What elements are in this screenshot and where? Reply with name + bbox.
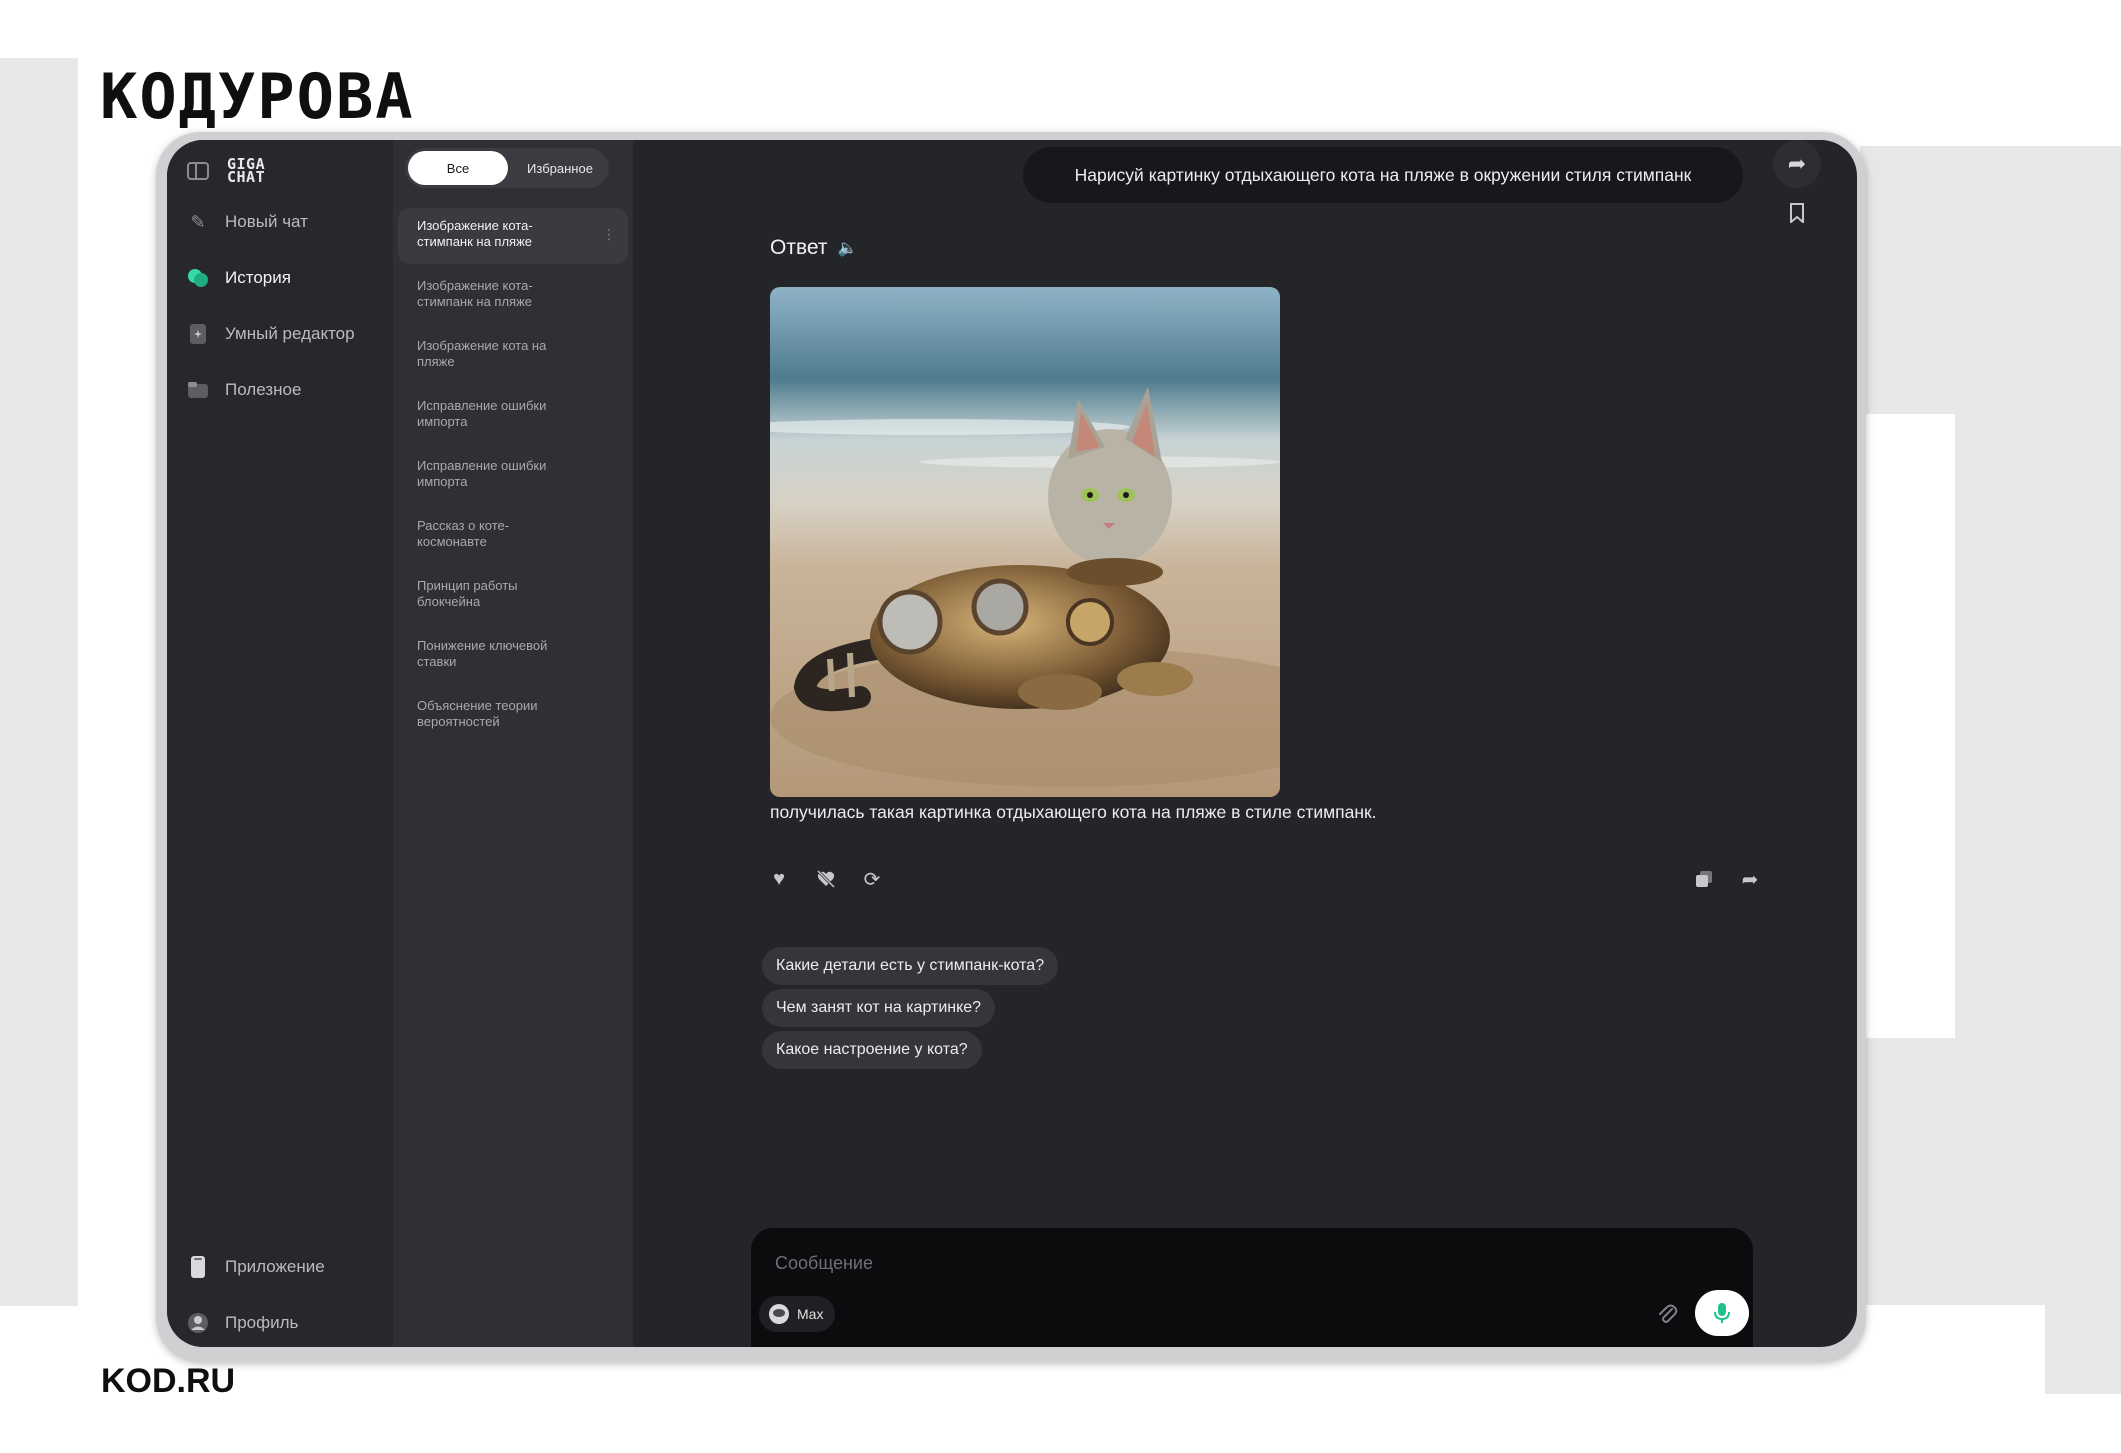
answer-heading: Ответ 🔈 — [770, 236, 857, 260]
paperclip-icon[interactable] — [1651, 1298, 1683, 1330]
sidebar-item-new-chat[interactable]: ✎ Новый чат — [187, 211, 308, 233]
answer-title: Ответ — [770, 236, 828, 259]
model-selector[interactable]: Max — [759, 1296, 836, 1332]
sidebar-header: GIGA CHAT — [187, 155, 266, 186]
app-logo: GIGA CHAT — [227, 155, 266, 186]
suggestion-chip[interactable]: Какое настроение у кота? — [762, 1031, 982, 1069]
share-icon[interactable]: ➦ — [1773, 140, 1821, 188]
generated-image[interactable] — [770, 287, 1280, 797]
message-input[interactable] — [773, 1242, 1677, 1284]
user-message: Нарисуй картинку отдыхающего кота на пля… — [1023, 147, 1743, 203]
sidebar-item-label: Новый чат — [225, 212, 308, 231]
model-label: Max — [797, 1306, 824, 1322]
sidebar-item-label: Приложение — [225, 1257, 325, 1276]
copy-icon[interactable] — [1689, 864, 1719, 894]
share-answer-icon[interactable]: ➦ — [1735, 864, 1765, 894]
chat-main: Нарисуй картинку отдыхающего кота на пля… — [633, 140, 1857, 1347]
history-item[interactable]: Рассказ о коте-космонавте — [398, 508, 628, 550]
sidebar-item-profile[interactable]: Профиль — [187, 1312, 298, 1334]
sidebar-item-label: Полезное — [225, 380, 302, 399]
sidebar-item-label: История — [225, 268, 291, 287]
dislike-icon[interactable] — [811, 864, 841, 894]
tab-favorites[interactable]: Избранное — [511, 151, 609, 185]
speaker-icon[interactable]: 🔈 — [837, 238, 857, 258]
answer-text: получилась такая картинка отдыхающего ко… — [770, 802, 1377, 822]
history-item[interactable]: Исправление ошибки импорта — [398, 448, 628, 490]
footer-site-label: KOD.RU — [101, 1362, 236, 1400]
like-icon[interactable]: ♥ — [764, 864, 794, 894]
phone-icon — [187, 1256, 209, 1278]
toggle-sidebar-icon[interactable] — [187, 162, 209, 180]
history-item[interactable]: Принцип работы блокчейна — [398, 568, 628, 610]
microphone-icon[interactable] — [1695, 1290, 1749, 1336]
sidebar-item-label: Умный редактор — [225, 324, 355, 343]
history-item[interactable]: Исправление ошибки импорта — [398, 388, 628, 430]
suggestion-chip[interactable]: Чем занят кот на картинке? — [762, 989, 996, 1027]
history-panel: Все Избранное Изображение кота-стимпанк … — [393, 140, 633, 1347]
history-filter-tabs: Все Избранное — [405, 148, 609, 188]
bookmark-icon[interactable] — [1783, 198, 1811, 228]
model-icon — [769, 1304, 789, 1324]
brand-logo: КОДУРОВА — [100, 60, 415, 133]
background-card-right — [1860, 414, 1955, 1038]
more-options-icon[interactable]: ⋮ — [602, 226, 616, 242]
message-composer: Max — [751, 1228, 1753, 1347]
sidebar-item-app[interactable]: Приложение — [187, 1256, 325, 1278]
folder-icon — [187, 379, 209, 401]
regenerate-icon[interactable]: ⟳ — [857, 864, 887, 894]
pencil-icon: ✎ — [190, 211, 206, 232]
user-icon — [187, 1312, 209, 1334]
sidebar-item-useful[interactable]: Полезное — [187, 379, 301, 401]
background-panel-left — [0, 58, 78, 1306]
document-sparkle-icon — [187, 323, 209, 345]
tab-all[interactable]: Все — [408, 151, 508, 185]
app-window: GIGA CHAT ✎ Новый чат История Умный реда… — [167, 140, 1857, 1347]
suggestion-chip[interactable]: Какие детали есть у стимпанк-кота? — [762, 947, 1059, 985]
sidebar-item-history[interactable]: История — [187, 267, 291, 289]
sidebar-item-label: Профиль — [225, 1313, 299, 1332]
history-item[interactable]: Изображение кота-стимпанк на пляже ⋮ — [398, 208, 628, 264]
chat-bubbles-icon — [187, 267, 209, 289]
history-item[interactable]: Изображение кота на пляже — [398, 328, 628, 370]
history-item[interactable]: Изображение кота-стимпанк на пляже — [398, 268, 628, 310]
sidebar: GIGA CHAT ✎ Новый чат История Умный реда… — [167, 140, 393, 1347]
history-item[interactable]: Понижение ключевой ставки — [398, 628, 628, 670]
history-item[interactable]: Объяснение теории вероятностей — [398, 688, 628, 730]
sidebar-item-smart-editor[interactable]: Умный редактор — [187, 323, 355, 345]
